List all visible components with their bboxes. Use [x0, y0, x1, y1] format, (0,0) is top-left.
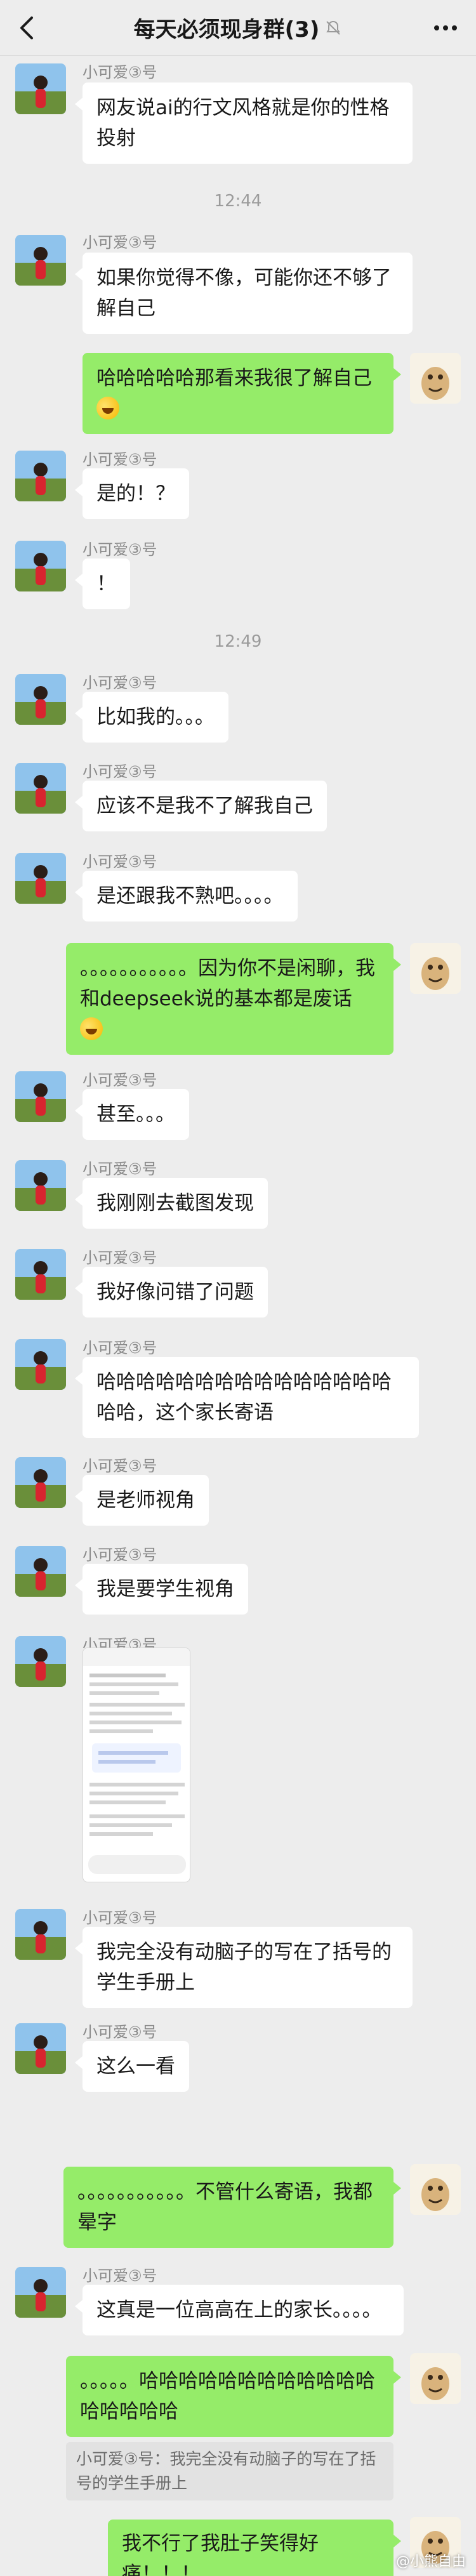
avatar-picture: [15, 451, 66, 501]
message-bubble[interactable]: ！: [75, 558, 130, 609]
avatar-picture: [15, 1339, 66, 1390]
avatar[interactable]: [15, 2267, 66, 2318]
avatar-picture: [15, 1546, 66, 1597]
message-bubble[interactable]: 甚至。。。: [75, 1089, 189, 1140]
avatar-picture: [410, 2353, 461, 2404]
my-avatar[interactable]: [410, 353, 461, 404]
message-bubble[interactable]: 如果你觉得不像，可能你还不够了解自己: [75, 253, 413, 334]
avatar-picture: [15, 235, 66, 286]
message-bubble[interactable]: 哈哈哈哈哈那看来我很了解自己: [83, 353, 401, 434]
sender-name: 小可爱③号: [83, 234, 157, 251]
my-avatar[interactable]: [410, 943, 461, 994]
avatar[interactable]: [15, 1457, 66, 1508]
message-bubble[interactable]: 是老师视角: [75, 1475, 209, 1526]
avatar-picture: [15, 2267, 66, 2318]
sender-name: 小可爱③号: [83, 1457, 157, 1475]
sender-name: 小可爱③号: [83, 63, 157, 81]
avatar[interactable]: [15, 541, 66, 591]
message-bubble[interactable]: 哈哈哈哈哈哈哈哈哈哈哈哈哈哈哈哈哈，这个家长寄语: [75, 1357, 419, 1438]
sender-name: 小可爱③号: [83, 541, 157, 558]
laughing-emoji: [80, 1017, 103, 1040]
avatar[interactable]: [15, 1160, 66, 1211]
sender-name: 小可爱③号: [83, 674, 157, 692]
message-bubble[interactable]: 我完全没有动脑子的写在了括号的学生手册上: [75, 1927, 413, 2008]
sender-name: 小可爱③号: [83, 1339, 157, 1357]
avatar[interactable]: [15, 451, 66, 501]
avatar[interactable]: [15, 1071, 66, 1122]
message-bubble[interactable]: 我刚刚去截图发现: [75, 1178, 268, 1229]
message-bubble[interactable]: 。。。。。哈哈哈哈哈哈哈哈哈哈哈哈哈哈哈哈哈: [66, 2356, 401, 2437]
chat-title: 每天必须现身群(3): [133, 17, 320, 43]
avatar[interactable]: [15, 763, 66, 814]
avatar-picture: [15, 1909, 66, 1960]
avatar[interactable]: [15, 1249, 66, 1300]
avatar-picture: [410, 2164, 461, 2215]
avatar-picture: [15, 674, 66, 725]
message-bubble[interactable]: 我好像问错了问题: [75, 1267, 268, 1318]
message-bubble[interactable]: 我不行了我肚子笑得好痛！！！: [108, 2520, 401, 2576]
message-bubble[interactable]: 我是要学生视角: [75, 1564, 248, 1615]
sender-name: 小可爱③号: [83, 451, 157, 468]
watermark: @小熊自由: [395, 2554, 466, 2570]
message-text: 。。。。。。。。。。。因为你不是闲聊，我和deepseek说的基本都是废话: [80, 957, 375, 1010]
sender-name: 小可爱③号: [83, 2267, 157, 2285]
message-bubble[interactable]: 这么一看: [75, 2041, 189, 2092]
avatar-picture: [15, 541, 66, 591]
avatar-picture: [410, 943, 461, 994]
my-avatar[interactable]: [410, 2353, 461, 2404]
message-bubble[interactable]: 这真是一位高高在上的家长。。。。: [75, 2285, 404, 2335]
avatar-picture: [15, 1160, 66, 1211]
message-text: 哈哈哈哈哈那看来我很了解自己: [96, 367, 372, 390]
sender-name: 小可爱③号: [83, 1249, 157, 1267]
my-avatar[interactable]: [410, 2164, 461, 2215]
avatar-picture: [15, 63, 66, 114]
message-bubble[interactable]: 。。。。。。。。。。。不管什么寄语，我都晕字: [63, 2167, 401, 2248]
avatar-picture: [15, 1457, 66, 1508]
sender-name: 小可爱③号: [83, 2023, 157, 2041]
sender-name: 小可爱③号: [83, 1071, 157, 1089]
screenshot-thumbnail: [83, 1648, 190, 1874]
back-icon[interactable]: [15, 14, 41, 42]
mute-icon: [326, 20, 341, 35]
message-bubble[interactable]: 比如我的。。。: [75, 692, 228, 743]
avatar[interactable]: [15, 1546, 66, 1597]
sender-name: 小可爱③号: [83, 763, 157, 781]
avatar-picture: [15, 763, 66, 814]
avatar-picture: [410, 353, 461, 404]
chat-header: 每天必须现身群(3): [0, 0, 476, 56]
timestamp: 12:49: [214, 632, 262, 651]
avatar[interactable]: [15, 2023, 66, 2074]
screenshot-image[interactable]: [83, 1648, 190, 1882]
more-icon[interactable]: [432, 22, 459, 34]
quoted-message[interactable]: 小可爱③号：我完全没有动脑子的写在了括号的学生手册上: [66, 2442, 393, 2500]
avatar[interactable]: [15, 674, 66, 725]
avatar-picture: [15, 1071, 66, 1122]
avatar[interactable]: [15, 1636, 66, 1687]
avatar-picture: [15, 1636, 66, 1687]
sender-name: 小可爱③号: [83, 1909, 157, 1927]
avatar[interactable]: [15, 235, 66, 286]
message-bubble[interactable]: 是的！？: [75, 468, 189, 519]
sender-name: 小可爱③号: [83, 1160, 157, 1178]
sender-name: 小可爱③号: [83, 853, 157, 871]
avatar-picture: [15, 1249, 66, 1300]
avatar-picture: [15, 853, 66, 904]
laughing-emoji: [96, 397, 119, 419]
sender-name: 小可爱③号: [83, 1546, 157, 1564]
avatar[interactable]: [15, 1339, 66, 1390]
message-bubble[interactable]: 。。。。。。。。。。。因为你不是闲聊，我和deepseek说的基本都是废话: [66, 943, 401, 1055]
avatar[interactable]: [15, 1909, 66, 1960]
timestamp: 12:44: [214, 192, 262, 211]
avatar-picture: [15, 2023, 66, 2074]
message-bubble[interactable]: 网友说ai的行文风格就是你的性格投射: [75, 83, 413, 164]
avatar[interactable]: [15, 63, 66, 114]
message-bubble[interactable]: 应该不是我不了解我自己: [75, 781, 327, 831]
message-bubble[interactable]: 是还跟我不熟吧。。。。: [75, 871, 298, 921]
avatar[interactable]: [15, 853, 66, 904]
